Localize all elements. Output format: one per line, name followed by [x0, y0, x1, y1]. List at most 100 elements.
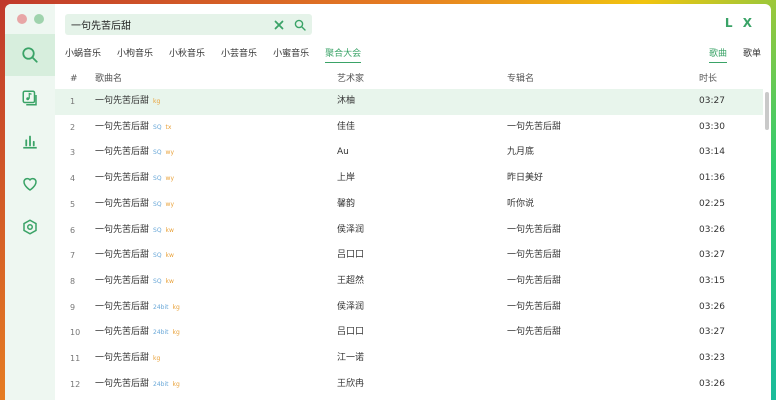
clear-search-button[interactable]	[270, 16, 288, 34]
source-badge: kg	[172, 329, 180, 337]
duration: 03:27	[699, 250, 725, 261]
quality-badge: 24bit	[153, 303, 169, 311]
source-tab[interactable]: 聚合大会	[325, 46, 362, 63]
duration: 03:26	[699, 301, 725, 312]
artist-name: 王超然	[337, 275, 365, 286]
song-name-cell: 一句先苦后甜 SQ kw	[95, 218, 174, 244]
source-tab[interactable]: 小芸音乐	[221, 46, 257, 63]
sidebar	[5, 4, 55, 400]
search-input[interactable]: 一句先苦后甜	[65, 17, 270, 32]
quality-badge: SQ	[153, 226, 162, 234]
table-row[interactable]: 8 一句先苦后甜 SQ kw 王超然 一句先苦后甜 03:15	[55, 269, 763, 295]
row-number: 8	[70, 276, 76, 286]
header-album: 专辑名	[507, 74, 535, 84]
song-name-cell: 一句先苦后甜 24bit kg	[95, 320, 180, 346]
song-name: 一句先苦后甜	[95, 301, 150, 312]
sidebar-chart-button[interactable]	[5, 120, 55, 162]
table-row[interactable]: 11 一句先苦后甜 kg 江一诺 03:23	[55, 346, 763, 372]
header-num: #	[70, 74, 78, 84]
table-row[interactable]: 2 一句先苦后甜 SQ tx 佳佳 一句先苦后甜 03:30	[55, 115, 763, 141]
table-row[interactable]: 5 一句先苦后甜 SQ wy 馨韵 听你说 02:25	[55, 192, 763, 218]
artist-name: 吕口口	[337, 327, 365, 338]
song-name: 一句先苦后甜	[95, 198, 150, 209]
header-duration: 时长	[699, 74, 718, 84]
source-tabs: 小蜗音乐 小枸音乐 小秋音乐 小芸音乐 小蜜音乐 聚合大会	[65, 46, 362, 63]
row-number: 4	[70, 174, 76, 184]
song-name-cell: 一句先苦后甜 kg	[95, 346, 160, 372]
source-tab[interactable]: 小枸音乐	[117, 46, 153, 63]
type-tab[interactable]: 歌曲	[708, 46, 727, 63]
type-tabs: 歌曲 歌单	[708, 46, 761, 63]
song-name: 一句先苦后甜	[95, 96, 150, 106]
song-name: 一句先苦后甜	[95, 378, 150, 389]
quality-badge: SQ	[153, 252, 162, 260]
close-icon	[274, 20, 284, 29]
source-badge: kw	[165, 252, 174, 260]
sidebar-search-button[interactable]	[5, 34, 55, 76]
song-name: 一句先苦后甜	[95, 327, 150, 338]
table-row[interactable]: 12 一句先苦后甜 24bit kg 王欣冉 03:26	[55, 372, 763, 398]
song-name: 一句先苦后甜	[95, 121, 150, 132]
song-name: 一句先苦后甜	[95, 147, 150, 158]
album-name: 一句先苦后甜	[507, 327, 562, 338]
source-badge: kw	[165, 277, 174, 285]
album-name: 一句先苦后甜	[507, 275, 562, 286]
duration: 03:27	[699, 96, 725, 106]
song-name-cell: 一句先苦后甜 SQ wy	[95, 140, 174, 166]
table-row[interactable]: 7 一句先苦后甜 SQ kw 吕口口 一句先苦后甜 03:27	[55, 243, 763, 269]
duration: 03:30	[699, 121, 725, 132]
row-number: 11	[70, 354, 81, 363]
app-logo: L X	[724, 16, 755, 30]
table-row[interactable]: 1 一句先苦后甜 kg 沐柚 03:27	[55, 89, 763, 115]
table-row[interactable]: 3 一句先苦后甜 SQ wy Au 九月底 03:14	[55, 140, 763, 166]
album-name: 昨日美好	[507, 173, 544, 184]
type-tab[interactable]: 歌单	[743, 46, 761, 63]
duration: 01:36	[699, 173, 725, 184]
row-number: 6	[70, 225, 76, 235]
song-name-cell: 一句先苦后甜 kg	[95, 89, 160, 115]
app-window: 一句先苦后甜 L X 小蜗音乐 小枸音乐 小秋音乐 小芸音乐 小蜜音乐 聚合大会 歌曲 歌单…	[5, 4, 771, 400]
quality-badge: SQ	[153, 123, 162, 131]
close-window-button[interactable]	[17, 14, 27, 24]
source-tab[interactable]: 小蜜音乐	[273, 46, 309, 63]
search-submit-button[interactable]	[291, 16, 309, 34]
row-number: 12	[70, 379, 81, 389]
artist-name: Au	[337, 147, 349, 158]
quality-badge: 24bit	[153, 329, 169, 337]
album-name: 一句先苦后甜	[507, 224, 562, 235]
source-badge: kg	[172, 303, 180, 311]
source-tab[interactable]: 小秋音乐	[169, 46, 205, 63]
source-badge: tx	[165, 123, 172, 131]
settings-icon	[23, 219, 37, 235]
table-row[interactable]: 9 一句先苦后甜 24bit kg 侯泽润 一句先苦后甜 03:26	[55, 295, 763, 321]
source-badge: kg	[172, 380, 180, 388]
duration: 03:23	[699, 353, 725, 363]
song-name-cell: 一句先苦后甜 24bit kg	[95, 372, 180, 398]
quality-badge: SQ	[153, 149, 162, 157]
duration: 03:15	[699, 275, 725, 286]
minimize-window-button[interactable]	[34, 14, 44, 24]
table-row[interactable]: 4 一句先苦后甜 SQ wy 上岸 昨日美好 01:36	[55, 166, 763, 192]
song-name-cell: 一句先苦后甜 24bit kg	[95, 295, 180, 321]
table-row[interactable]: 6 一句先苦后甜 SQ kw 侯泽润 一句先苦后甜 03:26	[55, 218, 763, 244]
sidebar-settings-button[interactable]	[5, 206, 55, 248]
artist-name: 馨韵	[337, 198, 356, 209]
song-name: 一句先苦后甜	[95, 224, 150, 235]
search-icon	[294, 19, 306, 31]
album-name: 一句先苦后甜	[507, 121, 562, 132]
quality-badge: 24bit	[153, 380, 169, 388]
source-badge: kw	[165, 226, 174, 234]
sidebar-favorites-button[interactable]	[5, 163, 55, 205]
artist-name: 江一诺	[337, 353, 365, 363]
source-badge: wy	[165, 175, 175, 183]
album-name: 听你说	[507, 198, 535, 209]
quality-badge: SQ	[153, 175, 162, 183]
artist-name: 侯泽润	[337, 301, 365, 312]
scrollbar[interactable]	[765, 92, 769, 130]
table-row[interactable]: 10 一句先苦后甜 24bit kg 吕口口 一句先苦后甜 03:27	[55, 320, 763, 346]
artist-name: 侯泽润	[337, 224, 365, 235]
music-library-icon	[22, 90, 37, 106]
source-tab[interactable]: 小蜗音乐	[65, 46, 101, 63]
search-bar[interactable]: 一句先苦后甜	[65, 14, 312, 35]
sidebar-library-button[interactable]	[5, 77, 55, 119]
